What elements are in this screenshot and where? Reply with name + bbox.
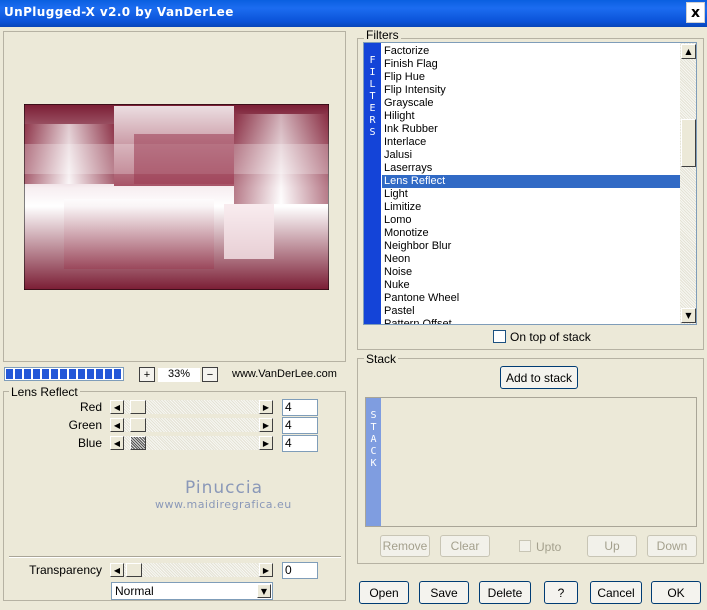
slider-right-arrow[interactable]: ▶ [259,400,273,414]
divider [9,556,341,558]
green-value-input[interactable]: 4 [282,417,318,434]
slider-left-arrow[interactable]: ◀ [110,418,124,432]
filter-list-item[interactable]: Limitize [382,201,680,214]
filters-scrollbar[interactable]: ▲ ▼ [680,43,696,324]
slider-thumb[interactable] [130,400,146,414]
slider-right-arrow[interactable]: ▶ [259,436,273,450]
slider-track[interactable] [124,563,259,577]
close-button[interactable]: x [686,2,705,23]
filter-list-item[interactable]: Factorize [382,45,680,58]
stack-label: Stack [364,352,399,366]
zoom-in-button[interactable]: + [139,367,155,382]
slider-transparency: Transparency ◀ ▶ 0 [0,562,330,579]
watermark-name: Pinuccia [185,478,263,498]
slider-label: Red [79,400,102,414]
blue-value-input[interactable]: 4 [282,435,318,452]
open-button[interactable]: Open [359,581,409,604]
filter-list-item[interactable]: Flip Hue [382,71,680,84]
blend-mode-value: Normal [115,584,154,598]
filter-list-item[interactable]: Ink Rubber [382,123,680,136]
filter-list-item[interactable]: Grayscale [382,97,680,110]
filter-list-item[interactable]: Pattern Offset [382,318,680,324]
stack-listbox[interactable]: S T A C K [365,397,697,527]
filter-list-item[interactable]: Jalusi [382,149,680,162]
filter-list-item[interactable]: Pantone Wheel [382,292,680,305]
clear-button[interactable]: Clear [440,535,490,557]
slider-thumb[interactable] [130,436,146,450]
zoom-level: 33% [158,368,200,382]
watermark-url: www.maidiregrafica.eu [155,498,292,511]
delete-button[interactable]: Delete [479,581,531,604]
slider-left-arrow[interactable]: ◀ [110,436,124,450]
transparency-value-input[interactable]: 0 [282,562,318,579]
filter-list-item[interactable]: Pastel [382,305,680,318]
filter-list-item[interactable]: Neon [382,253,680,266]
on-top-label: On top of stack [510,330,591,344]
progress-bar [4,367,124,381]
save-button[interactable]: Save [419,581,469,604]
up-button[interactable]: Up [587,535,637,557]
filters-label: Filters [364,28,401,42]
close-icon: x [690,4,701,21]
add-to-stack-button[interactable]: Add to stack [500,366,578,389]
cancel-button[interactable]: Cancel [590,581,642,604]
filter-list-item[interactable]: Laserrays [382,162,680,175]
slider-left-arrow[interactable]: ◀ [110,563,124,577]
transparency-label: Transparency [29,563,102,577]
filter-list-item[interactable]: Monotize [382,227,680,240]
filter-list-item[interactable]: Interlace [382,136,680,149]
title-bar: UnPlugged-X v2.0 by VanDerLee x [0,0,707,27]
ok-button[interactable]: OK [651,581,701,604]
filter-list-item[interactable]: Noise [382,266,680,279]
upto-label: Upto [536,540,562,554]
on-top-checkbox[interactable] [493,330,506,343]
scroll-up-icon[interactable]: ▲ [681,44,696,59]
remove-button[interactable]: Remove [380,535,430,557]
filter-list-item[interactable]: Neighbor Blur [382,240,680,253]
preview-image[interactable] [24,104,329,290]
blend-mode-select[interactable]: Normal ▼ [111,582,273,600]
filters-strip: F I L T E R S [364,43,381,324]
filter-list-item[interactable]: Lens Reflect [382,175,680,188]
upto-checkbox[interactable] [519,540,531,552]
website-link[interactable]: www.VanDerLee.com [232,368,337,380]
slider-green: Green ◀ ▶ 4 [0,417,330,434]
window-title: UnPlugged-X v2.0 by VanDerLee [4,5,234,19]
chevron-down-icon[interactable]: ▼ [257,584,271,598]
slider-thumb[interactable] [126,563,142,577]
slider-right-arrow[interactable]: ▶ [259,418,273,432]
scroll-down-icon[interactable]: ▼ [681,308,696,323]
filters-items: Factorize Finish Flag Flip Hue Flip Intensi… [382,45,680,324]
red-value-input[interactable]: 4 [282,399,318,416]
slider-thumb[interactable] [130,418,146,432]
filter-list-item[interactable]: Hilight [382,110,680,123]
slider-left-arrow[interactable]: ◀ [110,400,124,414]
filters-listbox[interactable]: F I L T E R S Factorize Finish Flag Flip H… [363,42,697,325]
slider-right-arrow[interactable]: ▶ [259,563,273,577]
filter-list-item[interactable]: Flip Intensity [382,84,680,97]
help-button[interactable]: ? [544,581,578,604]
filter-list-item[interactable]: Nuke [382,279,680,292]
lens-reflect-label: Lens Reflect [9,385,80,399]
filter-list-item[interactable]: Lomo [382,214,680,227]
scroll-thumb[interactable] [681,119,696,167]
preview-panel [3,31,346,362]
slider-blue: Blue ◀ ▶ 4 [0,435,330,452]
slider-label: Green [68,418,102,432]
slider-red: Red ◀ ▶ 4 [0,399,330,416]
filter-list-item[interactable]: Light [382,188,680,201]
filter-list-item[interactable]: Finish Flag [382,58,680,71]
slider-label: Blue [77,436,102,450]
zoom-out-button[interactable]: − [202,367,218,382]
stack-strip: S T A C K [366,398,381,526]
down-button[interactable]: Down [647,535,697,557]
